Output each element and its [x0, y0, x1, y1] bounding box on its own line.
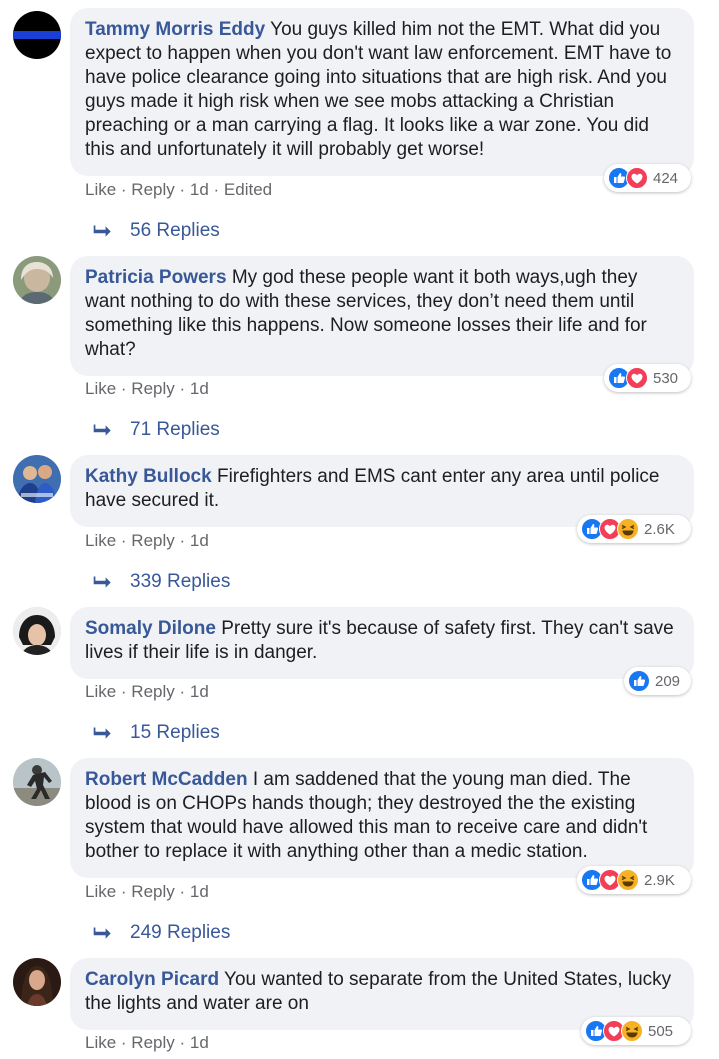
- haha-icon: [617, 869, 639, 891]
- like-button[interactable]: Like: [85, 882, 116, 901]
- replies-count: 56 Replies: [130, 220, 220, 241]
- reply-button[interactable]: Reply: [131, 682, 174, 701]
- comment-author[interactable]: Tammy Morris Eddy: [85, 19, 265, 40]
- view-replies-link[interactable]: 15 Replies: [92, 722, 220, 744]
- reaction-count: 530: [653, 369, 679, 387]
- profile-photo-icon: [13, 758, 61, 806]
- haha-icon: [617, 518, 639, 540]
- haha-icon: [621, 1020, 643, 1042]
- view-replies-link[interactable]: 71 Replies: [92, 419, 220, 441]
- separator: ·: [174, 682, 190, 701]
- reply-arrow-icon: [93, 424, 111, 436]
- separator: ·: [116, 882, 132, 901]
- comment-time[interactable]: 1d: [190, 882, 209, 901]
- separator: ·: [116, 379, 132, 398]
- separator: ·: [116, 1033, 132, 1052]
- reply-button[interactable]: Reply: [131, 882, 174, 901]
- comment-author[interactable]: Kathy Bullock: [85, 466, 212, 487]
- avatar[interactable]: [13, 607, 61, 655]
- avatar[interactable]: [13, 11, 61, 59]
- view-replies-link[interactable]: 339 Replies: [92, 571, 230, 593]
- comment-time[interactable]: 1d: [190, 682, 209, 701]
- like-button[interactable]: Like: [85, 379, 116, 398]
- like-icon: [628, 670, 650, 692]
- comment-actions: Like · Reply · 1d: [85, 1033, 209, 1053]
- replies-count: 339 Replies: [130, 571, 231, 592]
- separator: ·: [174, 1033, 190, 1052]
- thin-blue-line-avatar-icon: [13, 11, 61, 59]
- reactions-summary[interactable]: 2.9K: [577, 866, 691, 894]
- reactions-summary[interactable]: 530: [604, 364, 691, 392]
- avatar[interactable]: [13, 758, 61, 806]
- edited-label: Edited: [223, 180, 273, 199]
- profile-photo-icon: [13, 256, 61, 304]
- comment-time[interactable]: 1d: [190, 180, 209, 199]
- comment-actions: Like · Reply · 1d · Edited: [85, 180, 272, 200]
- comment-author[interactable]: Patricia Powers: [85, 267, 227, 288]
- reply-button[interactable]: Reply: [131, 180, 174, 199]
- comment-bubble: Patricia Powers My god these people want…: [70, 256, 694, 376]
- like-button[interactable]: Like: [85, 180, 116, 199]
- avatar[interactable]: [13, 455, 61, 503]
- reaction-count: 209: [655, 672, 681, 690]
- reaction-count: 424: [653, 169, 679, 187]
- comment-author[interactable]: Somaly Dilone: [85, 618, 216, 639]
- view-replies-link[interactable]: 56 Replies: [92, 220, 220, 242]
- reply-button[interactable]: Reply: [131, 531, 174, 550]
- comment-text: You guys killed him not the EMT. What di…: [85, 19, 672, 160]
- reactions-summary[interactable]: 505: [581, 1017, 691, 1045]
- reply-arrow-icon: [93, 727, 111, 739]
- separator: ·: [174, 180, 190, 199]
- reaction-count: 2.9K: [644, 871, 675, 889]
- comment-actions: Like · Reply · 1d: [85, 379, 209, 399]
- comment-author[interactable]: Robert McCadden: [85, 769, 248, 790]
- reactions-summary[interactable]: 2.6K: [577, 515, 691, 543]
- profile-photo-icon: [13, 958, 61, 1006]
- reactions-summary[interactable]: 209: [624, 667, 691, 695]
- love-icon: [626, 167, 648, 189]
- reaction-count: 2.6K: [644, 520, 675, 538]
- view-replies-link[interactable]: 249 Replies: [92, 922, 230, 944]
- separator: ·: [208, 180, 224, 199]
- replies-count: 15 Replies: [130, 722, 220, 743]
- comment-actions: Like · Reply · 1d: [85, 682, 209, 702]
- separator: ·: [174, 379, 190, 398]
- reaction-count: 505: [648, 1022, 674, 1040]
- comment-time[interactable]: 1d: [190, 1033, 209, 1052]
- separator: ·: [116, 531, 132, 550]
- reply-arrow-icon: [93, 576, 111, 588]
- profile-photo-icon: [13, 607, 61, 655]
- comment-actions: Like · Reply · 1d: [85, 882, 209, 902]
- love-icon: [626, 367, 648, 389]
- separator: ·: [116, 180, 132, 199]
- reply-button[interactable]: Reply: [131, 379, 174, 398]
- reply-arrow-icon: [93, 225, 111, 237]
- comment-bubble: Robert McCadden I am saddened that the y…: [70, 758, 694, 878]
- comment-time[interactable]: 1d: [190, 379, 209, 398]
- separator: ·: [116, 682, 132, 701]
- replies-count: 71 Replies: [130, 419, 220, 440]
- avatar[interactable]: [13, 958, 61, 1006]
- separator: ·: [174, 531, 190, 550]
- separator: ·: [174, 882, 190, 901]
- reactions-summary[interactable]: 424: [604, 164, 691, 192]
- comment-actions: Like · Reply · 1d: [85, 531, 209, 551]
- comment-time[interactable]: 1d: [190, 531, 209, 550]
- profile-photo-icon: [13, 455, 61, 503]
- avatar[interactable]: [13, 256, 61, 304]
- reply-button[interactable]: Reply: [131, 1033, 174, 1052]
- comment-bubble: Somaly Dilone Pretty sure it's because o…: [70, 607, 694, 679]
- like-button[interactable]: Like: [85, 531, 116, 550]
- replies-count: 249 Replies: [130, 922, 231, 943]
- comment-bubble: Tammy Morris Eddy You guys killed him no…: [70, 8, 694, 176]
- like-button[interactable]: Like: [85, 1033, 116, 1052]
- reply-arrow-icon: [93, 927, 111, 939]
- comment-author[interactable]: Carolyn Picard: [85, 969, 219, 990]
- like-button[interactable]: Like: [85, 682, 116, 701]
